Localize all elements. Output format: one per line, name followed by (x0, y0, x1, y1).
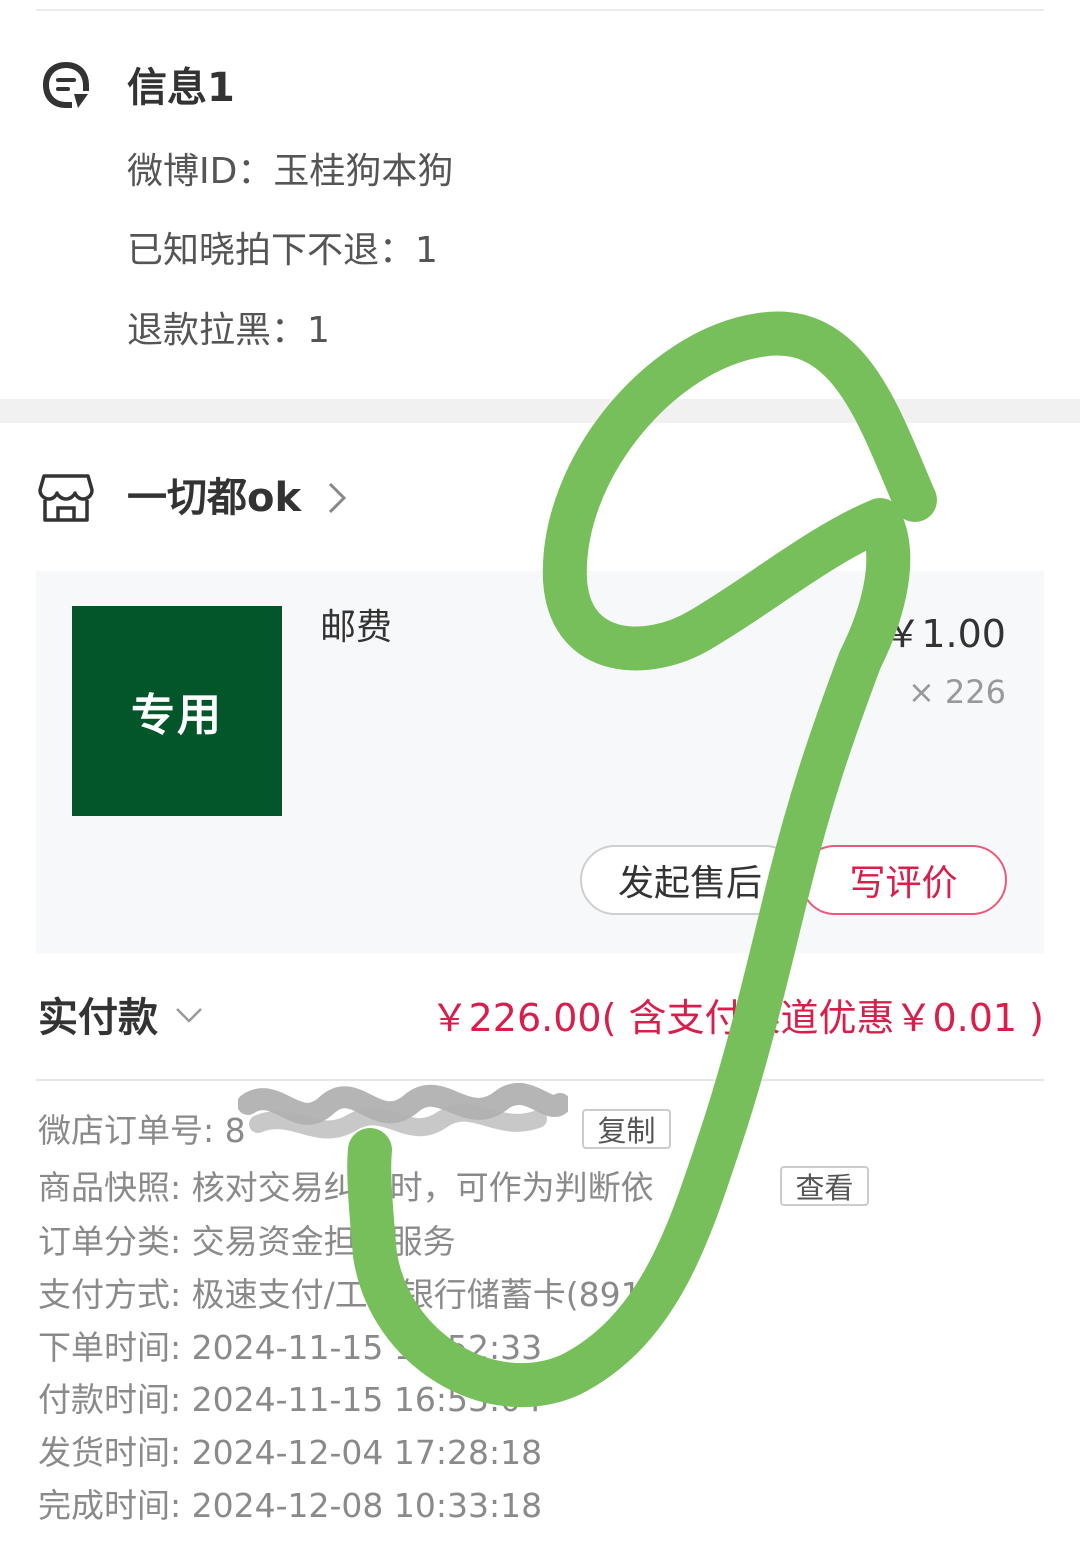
order-time-line: 下单时间: 2024-11-15 16:52:33 (38, 1328, 543, 1367)
section-gap (0, 399, 1080, 423)
payment-method-line: 支付方式: 极速支付/工商银行储蓄卡(8917) (38, 1275, 676, 1314)
order-number-line: 微店订单号: 8 (38, 1111, 246, 1150)
copy-button[interactable]: 复制 (582, 1109, 671, 1149)
view-snapshot-button[interactable]: 查看 (780, 1166, 869, 1206)
shop-name[interactable]: 一切都ok (127, 472, 301, 524)
message-title: 信息1 (127, 65, 235, 111)
write-review-button[interactable]: 写评价 (800, 845, 1007, 915)
refund-blacklist-line: 退款拉黑：1 (127, 310, 330, 351)
weibo-id-line: 微博ID：玉桂狗本狗 (127, 151, 454, 192)
completion-time-line: 完成时间: 2024-12-08 10:33:18 (38, 1486, 543, 1525)
item-name[interactable]: 邮费 (320, 604, 392, 652)
payment-time-line: 付款时间: 2024-11-15 16:53:04 (38, 1380, 543, 1419)
item-price: ￥1.00 (883, 612, 1006, 656)
chevron-right-icon[interactable] (324, 478, 350, 518)
paid-amount-value: ￥226.00( 含支付渠道优惠￥0.01 ) (430, 996, 1044, 1040)
item-quantity: × 226 (907, 673, 1006, 711)
snapshot-line: 商品快照: 核对交易纠纷时，可作为判断依 (38, 1168, 654, 1207)
item-thumbnail[interactable]: 专用 (72, 606, 282, 816)
shipping-time-line: 发货时间: 2024-12-04 17:28:18 (38, 1433, 543, 1472)
order-category-line: 订单分类: 交易资金担保服务 (38, 1222, 456, 1261)
message-note-icon (43, 62, 89, 108)
paid-amount-label[interactable]: 实付款 (38, 992, 158, 1044)
top-divider (36, 9, 1044, 11)
after-sale-button[interactable]: 发起售后 (580, 845, 800, 915)
redaction-scribble (238, 1082, 568, 1139)
chevron-down-icon[interactable] (174, 1004, 204, 1026)
shop-icon (38, 474, 94, 522)
no-refund-ack-line: 已知晓拍下不退：1 (127, 230, 438, 271)
